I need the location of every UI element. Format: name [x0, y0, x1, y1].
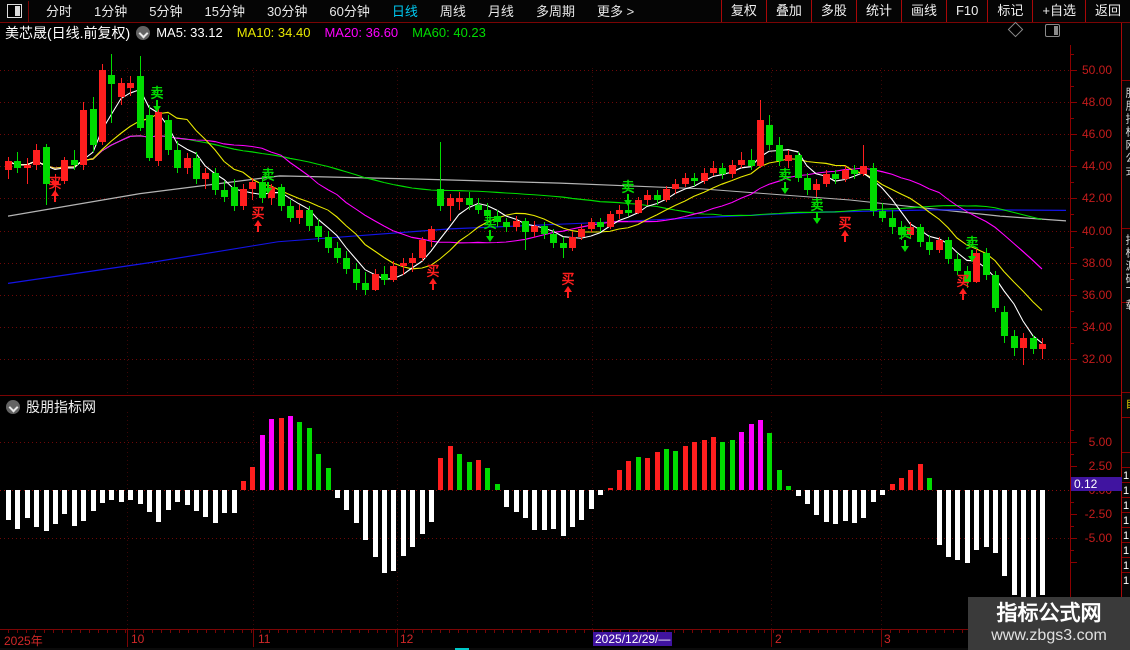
right-side-strip[interactable]: 股朋指标网公式 指标源码下载自 1 1 1 1 1 1 1 1	[1121, 22, 1130, 650]
ma-legend: MA5: 33.12 MA10: 34.40 MA20: 36.60 MA60: 40…	[156, 24, 500, 42]
chevron-down-circle-icon[interactable]	[136, 26, 151, 40]
window-panel-icon[interactable]	[7, 4, 22, 18]
menu-item-9[interactable]: 多周期	[525, 1, 586, 22]
title-row: 美芯晟(日线.前复权) MA5: 33.12 MA10: 34.40 MA20: 3…	[0, 22, 1120, 44]
date-label-0: 2025年	[4, 634, 43, 648]
indicator-value-badge: 0.12	[1071, 477, 1122, 491]
menu-item-6[interactable]: 日线	[381, 1, 429, 22]
menu-item-8[interactable]: 月线	[477, 1, 525, 22]
ma-legend-2: MA20: 36.60	[324, 25, 399, 40]
indicator-title: 股朋指标网	[26, 399, 96, 415]
action-button-3[interactable]: 统计	[855, 0, 901, 22]
menu-item-1[interactable]: 1分钟	[83, 1, 138, 22]
panel-toggle-icon[interactable]	[1045, 24, 1060, 37]
topbar-actions: 复权 叠加 多股 统计 画线 F10 标记 +自选 返回	[720, 0, 1130, 22]
watermark-url: www.zbgs3.com	[991, 626, 1107, 644]
ma-legend-0: MA5: 33.12	[156, 25, 223, 40]
diamond-icon[interactable]	[1007, 21, 1024, 38]
action-button-4[interactable]: 画线	[900, 0, 946, 22]
chevron-down-circle-icon[interactable]	[6, 400, 20, 414]
watermark: 指标公式网 www.zbgs3.com	[968, 597, 1130, 650]
menu-item-2[interactable]: 5分钟	[138, 1, 193, 22]
topbar-menu: 分时 1分钟 5分钟 15分钟 30分钟 60分钟 日线 周线 月线 多周期 更多 >	[28, 0, 721, 22]
candlestick-chart[interactable]	[0, 43, 1070, 395]
trading-app-window: 分时 1分钟 5分钟 15分钟 30分钟 60分钟 日线 周线 月线 多周期 更多 > 复权 叠加 多股…	[0, 0, 1130, 650]
date-axis[interactable]: 2025年 10 11 12 2025/12/29/— 2 3	[0, 629, 1121, 649]
date-label-3: 12	[400, 632, 414, 646]
indicator-histogram-chart[interactable]	[0, 412, 1070, 629]
date-label-4: 2025/12/29/—	[593, 632, 673, 646]
action-button-7[interactable]: +自选	[1032, 0, 1085, 22]
date-label-6: 3	[884, 632, 891, 646]
menu-item-4[interactable]: 30分钟	[256, 1, 318, 22]
price-axis-line	[1070, 45, 1071, 647]
date-minor-ticks	[0, 630, 1121, 633]
date-label-2: 11	[258, 632, 271, 646]
indicator-header: 股朋指标网	[0, 397, 96, 417]
date-label-5: 2	[775, 632, 782, 646]
ma-legend-3: MA60: 40.23	[412, 25, 486, 40]
panel-divider	[0, 395, 1121, 396]
ma-legend-1: MA10: 34.40	[236, 25, 311, 40]
action-button-5[interactable]: F10	[945, 0, 987, 22]
menu-item-7[interactable]: 周线	[429, 1, 477, 22]
action-button-6[interactable]: 标记	[987, 0, 1032, 22]
menu-item-10[interactable]: 更多 >	[586, 1, 645, 22]
menu-item-0[interactable]: 分时	[35, 1, 83, 22]
action-button-0[interactable]: 复权	[720, 0, 766, 22]
watermark-title: 指标公式网	[996, 601, 1102, 625]
menu-item-3[interactable]: 15分钟	[193, 1, 255, 22]
top-toolbar: 分时 1分钟 5分钟 15分钟 30分钟 60分钟 日线 周线 月线 多周期 更多 > 复权 叠加 多股…	[0, 0, 1130, 23]
chart-title: 美芯晟(日线.前复权)	[5, 25, 131, 41]
action-button-2[interactable]: 多股	[810, 0, 856, 22]
action-button-8[interactable]: 返回	[1084, 0, 1130, 22]
menu-item-5[interactable]: 60分钟	[318, 1, 380, 22]
chart-corner-icons	[1007, 21, 1060, 38]
date-label-1: 10	[131, 632, 145, 646]
action-button-1[interactable]: 叠加	[765, 0, 811, 22]
